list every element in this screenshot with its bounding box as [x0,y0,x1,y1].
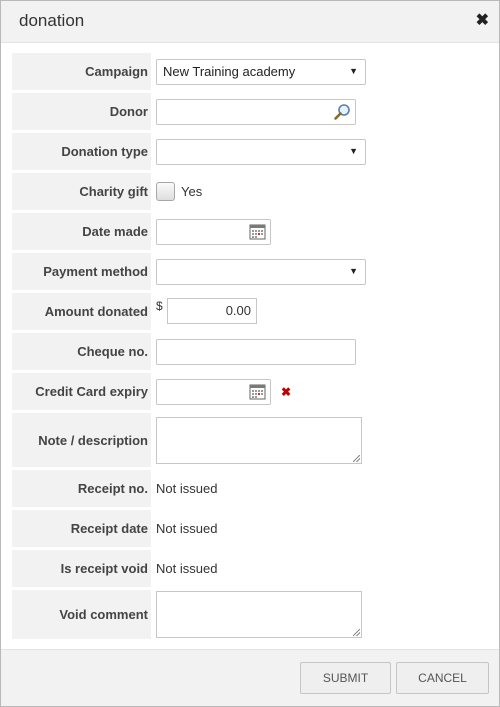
search-icon[interactable] [333,103,351,121]
chevron-down-icon: ▼ [349,65,358,76]
chevron-down-icon: ▼ [349,265,358,276]
receipt-void-label: Is receipt void [12,550,151,587]
void-comment-label: Void comment [12,590,151,639]
resize-handle-icon[interactable] [353,454,360,462]
donation-dialog: donation ✖ Campaign New Training academy… [0,0,500,707]
donor-label: Donor [12,93,151,130]
dialog-footer: SUBMIT CANCEL [1,649,499,706]
charity-gift-checkbox[interactable] [156,182,175,201]
cheque-no-label: Cheque no. [12,333,151,370]
payment-method-select[interactable]: ▼ [156,258,366,285]
row-receipt-date: Receipt date Not issued [12,510,490,547]
row-receipt-void: Is receipt void Not issued [12,550,490,587]
close-icon[interactable]: ✖ [476,11,489,31]
campaign-label: Campaign [12,53,151,90]
donation-type-label: Donation type [12,133,151,170]
row-donation-type: Donation type ▼ [12,133,490,170]
row-campaign: Campaign New Training academy ▼ [12,53,490,90]
receipt-void-value: Not issued [156,561,218,576]
credit-card-expiry-label: Credit Card expiry [12,373,151,410]
campaign-select[interactable]: New Training academy ▼ [156,58,366,85]
calendar-icon[interactable] [249,223,266,240]
note-textarea[interactable] [156,416,362,464]
payment-method-label: Payment method [12,253,151,290]
row-payment-method: Payment method ▼ [12,253,490,290]
cheque-no-input[interactable] [156,338,356,365]
campaign-value: New Training academy [163,64,296,79]
calendar-icon[interactable] [249,383,266,400]
void-comment-textarea[interactable] [156,591,362,638]
amount-donated-label: Amount donated [12,293,151,330]
date-made-input[interactable] [156,218,271,245]
row-amount-donated: Amount donated $ 0.00 [12,293,490,330]
donation-type-select[interactable]: ▼ [156,138,366,165]
chevron-down-icon: ▼ [349,145,358,156]
receipt-date-value: Not issued [156,521,218,536]
currency-symbol: $ [156,299,163,313]
receipt-no-label: Receipt no. [12,470,151,507]
dialog-title: donation [19,11,85,30]
row-charity-gift: Charity gift Yes [12,173,490,210]
row-cheque-no: Cheque no. [12,333,490,370]
date-made-label: Date made [12,213,151,250]
receipt-no-value: Not issued [156,481,218,496]
charity-gift-label: Charity gift [12,173,151,210]
row-receipt-no: Receipt no. Not issued [12,470,490,507]
credit-card-expiry-input[interactable] [156,378,271,405]
resize-handle-icon[interactable] [353,629,360,636]
note-label: Note / description [12,413,151,467]
row-credit-card-expiry: Credit Card expiry ✖ [12,373,490,410]
receipt-date-label: Receipt date [12,510,151,547]
submit-button[interactable]: SUBMIT [300,662,391,694]
row-note: Note / description [12,413,490,467]
dialog-titlebar: donation ✖ [1,1,499,43]
amount-input[interactable]: 0.00 [167,298,257,324]
donor-input[interactable] [156,98,356,125]
clear-date-icon[interactable]: ✖ [281,385,291,399]
row-donor: Donor [12,93,490,130]
row-date-made: Date made [12,213,490,250]
charity-gift-option: Yes [181,184,203,199]
row-void-comment: Void comment [12,590,490,639]
cancel-button[interactable]: CANCEL [396,662,489,694]
